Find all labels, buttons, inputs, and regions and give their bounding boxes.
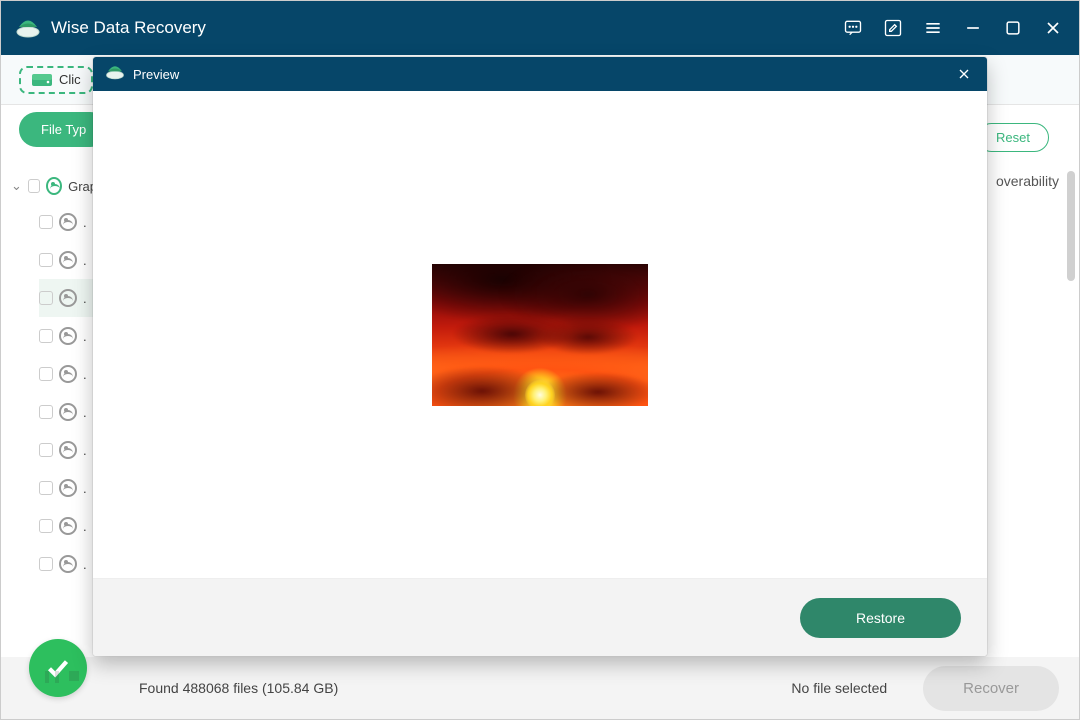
tree-child-row[interactable]: . (39, 241, 97, 279)
checkbox[interactable] (39, 405, 53, 419)
tree-child-label: . (83, 291, 87, 306)
chevron-down-icon[interactable]: ⌄ (11, 178, 22, 194)
checkbox[interactable] (39, 291, 53, 305)
status-bar: Found 488068 files (105.84 GB) No file s… (1, 657, 1079, 719)
image-type-icon (59, 365, 77, 383)
maximize-icon[interactable] (1001, 16, 1025, 40)
image-type-icon (59, 289, 77, 307)
tree-child-row[interactable]: . (39, 545, 97, 583)
tree-child-label: . (83, 519, 87, 534)
reset-button[interactable]: Reset (977, 123, 1049, 152)
file-type-label: File Typ (41, 122, 86, 137)
checkbox[interactable] (28, 179, 40, 193)
preview-title: Preview (133, 67, 179, 82)
recover-label: Recover (963, 680, 1019, 697)
titlebar-left: Wise Data Recovery (15, 18, 206, 38)
titlebar-controls (841, 16, 1065, 40)
checkbox[interactable] (39, 519, 53, 533)
tree-child-label: . (83, 253, 87, 268)
checkbox[interactable] (39, 557, 53, 571)
restore-label: Restore (856, 610, 905, 626)
preview-footer: Restore (93, 578, 987, 656)
tree-child-row[interactable]: . (39, 279, 97, 317)
close-icon[interactable] (1041, 16, 1065, 40)
complete-check-icon (29, 639, 87, 697)
restore-button[interactable]: Restore (800, 598, 961, 638)
edit-icon[interactable] (881, 16, 905, 40)
image-type-icon (59, 213, 77, 231)
preview-modal-header: Preview (93, 57, 987, 91)
image-type-icon (46, 177, 62, 195)
no-file-selected: No file selected (791, 680, 887, 696)
image-type-icon (59, 327, 77, 345)
click-drive-label: Clic (59, 72, 81, 87)
checkbox[interactable] (39, 443, 53, 457)
tree-child-row[interactable]: . (39, 355, 97, 393)
vertical-scrollbar[interactable] (1067, 171, 1075, 281)
image-type-icon (59, 251, 77, 269)
click-drive-chip[interactable]: Clic (19, 66, 93, 94)
tree-child-label: . (83, 443, 87, 458)
file-tree: ⌄ Grap . . . . . . . . . . (11, 169, 97, 583)
tree-child-row[interactable]: . (39, 317, 97, 355)
tree-child-label: . (83, 481, 87, 496)
tree-child-label: . (83, 405, 87, 420)
tree-child-label: . (83, 367, 87, 382)
tree-child-row[interactable]: . (39, 393, 97, 431)
app-logo-icon (15, 18, 41, 38)
minimize-icon[interactable] (961, 16, 985, 40)
tree-child-row[interactable]: . (39, 203, 97, 241)
reset-label: Reset (996, 130, 1030, 145)
menu-icon[interactable] (921, 16, 945, 40)
titlebar: Wise Data Recovery (1, 1, 1079, 55)
checkbox[interactable] (39, 253, 53, 267)
preview-close-icon[interactable] (953, 63, 975, 85)
image-type-icon (59, 555, 77, 573)
tree-child-label: . (83, 557, 87, 572)
tree-child-label: . (83, 215, 87, 230)
preview-body (93, 91, 987, 578)
app-title: Wise Data Recovery (51, 18, 206, 38)
feedback-icon[interactable] (841, 16, 865, 40)
column-header-recoverability: overability (996, 173, 1059, 189)
tree-child-label: . (83, 329, 87, 344)
recover-button: Recover (923, 666, 1059, 711)
tree-child-row[interactable]: . (39, 431, 97, 469)
found-status: Found 488068 files (105.84 GB) (139, 680, 338, 696)
tree-parent-row[interactable]: ⌄ Grap (11, 169, 97, 203)
tree-child-row[interactable]: . (39, 507, 97, 545)
checkbox[interactable] (39, 367, 53, 381)
image-type-icon (59, 441, 77, 459)
preview-image (432, 264, 648, 406)
drive-icon (31, 72, 53, 88)
preview-logo-icon (105, 64, 125, 85)
preview-modal: Preview Restore (93, 57, 987, 656)
checkbox[interactable] (39, 481, 53, 495)
image-type-icon (59, 479, 77, 497)
checkbox[interactable] (39, 329, 53, 343)
checkbox[interactable] (39, 215, 53, 229)
tree-child-row[interactable]: . (39, 469, 97, 507)
tree-children: . . . . . . . . . . (39, 203, 97, 583)
image-type-icon (59, 403, 77, 421)
pause-stop-controls (45, 671, 79, 683)
app-window: Wise Data Recovery Clic File Typ Reset o… (0, 0, 1080, 720)
image-type-icon (59, 517, 77, 535)
